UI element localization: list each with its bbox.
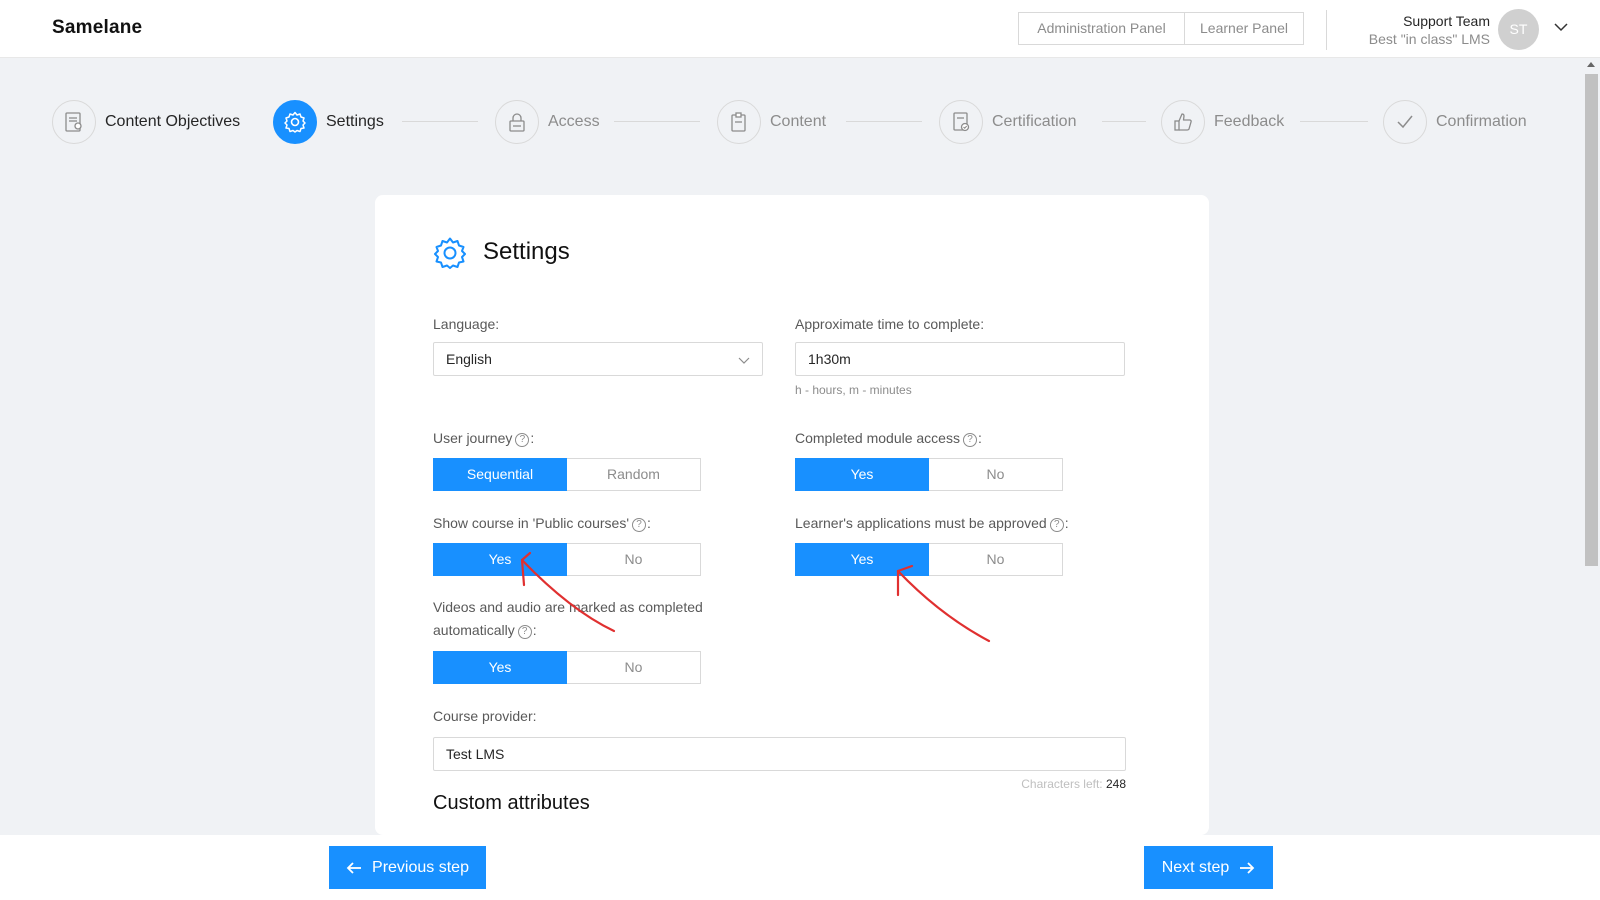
learner-approval-label: Learner's applications must be approved?… [795,515,1069,532]
step-connector [1300,121,1368,122]
next-step-label: Next step [1161,858,1230,876]
show-public-label: Show course in 'Public courses'?: [433,515,651,532]
course-provider-label: Course provider: [433,708,537,724]
approx-time-hint: h - hours, m - minutes [795,383,912,397]
language-label: Language: [433,316,500,332]
step-label: Content [770,113,827,130]
completed-module-access-label: Completed module access?: [795,430,982,447]
completed-module-access-toggle: Yes No [795,458,1063,491]
previous-step-label: Previous step [372,858,469,876]
user-journey-label: User journey?: [433,430,535,447]
step-confirmation[interactable]: Confirmation [1383,100,1527,144]
previous-step-button[interactable]: Previous step [329,846,486,889]
step-content-objectives[interactable]: Content Objectives [52,100,240,144]
course-provider-input[interactable]: Test LMS [433,737,1126,771]
characters-left-counter: Characters left: 248 [1021,777,1126,791]
help-icon[interactable]: ? [517,625,532,639]
sequential-option[interactable]: Sequential [433,458,567,491]
yes-option[interactable]: Yes [433,651,567,684]
user-journey-toggle: Sequential Random [433,458,701,491]
no-option[interactable]: No [567,543,701,576]
lock-icon [495,100,539,144]
approx-time-label: Approximate time to complete: [795,316,985,332]
no-option[interactable]: No [567,651,701,684]
show-public-toggle: Yes No [433,543,701,576]
step-label: Settings [326,113,384,130]
gear-icon [434,237,466,269]
user-name: Support Team [1403,13,1490,29]
document-icon [52,100,96,144]
step-label: Certification [992,113,1077,130]
yes-option[interactable]: Yes [433,543,567,576]
no-option[interactable]: No [929,543,1063,576]
step-label: Confirmation [1436,113,1527,130]
footer-bar: Previous step Next step [0,835,1600,900]
gear-icon [273,100,317,144]
clipboard-icon [717,100,761,144]
custom-attributes-title: Custom attributes [433,792,590,814]
yes-option[interactable]: Yes [795,543,929,576]
language-select[interactable]: English [433,342,763,376]
step-label: Content Objectives [105,113,241,130]
chevron-down-icon [738,357,750,364]
chevron-down-icon[interactable] [1552,18,1570,36]
random-option[interactable]: Random [567,458,701,491]
videos-auto-label: Videos and audio are marked as completed [433,599,703,615]
page-title: Settings [483,238,570,265]
arrow-left-icon [346,861,362,874]
step-label: Access [548,113,600,130]
certificate-icon [939,100,983,144]
help-icon[interactable]: ? [962,433,977,447]
settings-card: Settings Language: English Approximate t… [375,195,1209,835]
learner-approval-toggle: Yes No [795,543,1063,576]
step-label: Feedback [1214,113,1285,130]
app-logo[interactable]: Samelane [52,17,142,39]
administration-panel-button[interactable]: Administration Panel [1018,12,1185,45]
step-connector [614,121,700,122]
help-icon[interactable]: ? [515,433,530,447]
check-icon [1383,100,1427,144]
no-option[interactable]: No [929,458,1063,491]
scrollbar-thumb[interactable] [1585,74,1598,566]
avatar[interactable]: ST [1498,9,1539,50]
top-header: Samelane Administration Panel Learner Pa… [0,0,1600,58]
step-access[interactable]: Access [495,100,600,144]
approx-time-input[interactable]: 1h30m [795,342,1125,376]
step-connector [402,121,478,122]
help-icon[interactable]: ? [1049,518,1064,532]
step-settings[interactable]: Settings [273,100,384,144]
next-step-button[interactable]: Next step [1144,846,1273,889]
videos-auto-label-line2: automatically?: [433,622,537,639]
scroll-up-arrow-icon[interactable] [1587,62,1595,67]
step-content[interactable]: Content [717,100,826,144]
step-connector [1102,121,1146,122]
step-feedback[interactable]: Feedback [1161,100,1284,144]
videos-auto-toggle: Yes No [433,651,701,684]
step-certification[interactable]: Certification [939,100,1076,144]
arrow-right-icon [1240,861,1255,874]
header-divider [1326,10,1327,50]
learner-panel-button[interactable]: Learner Panel [1184,12,1304,45]
step-connector [846,121,922,122]
user-subtitle: Best "in class" LMS [1368,31,1490,47]
thumbs-up-icon [1161,100,1205,144]
yes-option[interactable]: Yes [795,458,929,491]
help-icon[interactable]: ? [632,518,646,532]
